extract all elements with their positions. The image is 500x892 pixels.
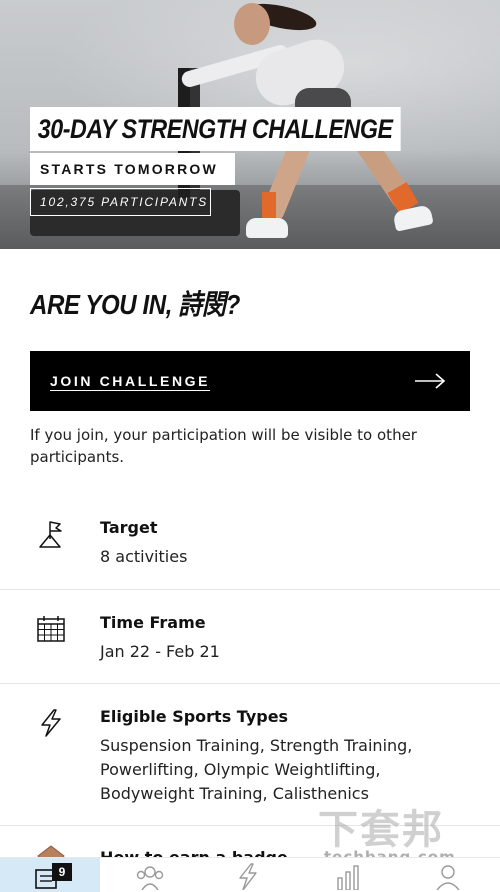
detail-label: Target [100, 518, 158, 537]
participants-count: 102,375 PARTICIPANTS [30, 188, 211, 216]
join-question: ARE YOU IN, 詩閔? [30, 289, 240, 320]
detail-value: Jan 22 - Feb 21 [100, 642, 220, 661]
lightning-icon [239, 863, 257, 890]
tab-progress[interactable] [300, 858, 400, 892]
arrow-right-icon [415, 373, 446, 389]
hero-banner: 30-DAY STRENGTH CHALLENGE STARTS TOMORRO… [0, 0, 500, 249]
athlete-head [234, 3, 270, 45]
detail-label: Time Frame [100, 613, 206, 632]
tab-profile[interactable] [400, 858, 500, 892]
challenge-start-label: STARTS TOMORROW [30, 153, 235, 185]
detail-row-sports-types: Eligible Sports Types Suspension Trainin… [0, 684, 500, 826]
tab-community[interactable] [100, 858, 200, 892]
watermark-logo: 下套邦 [318, 807, 444, 853]
athlete-shoe [246, 218, 288, 238]
detail-row-target: Target 8 activities [0, 497, 500, 590]
visibility-note: If you join, your participation will be … [30, 426, 417, 466]
detail-value: Suspension Training, Strength Training, … [100, 736, 413, 803]
bottom-nav: 9 [0, 857, 500, 892]
community-icon [136, 866, 164, 890]
join-challenge-button[interactable]: JOIN CHALLENGE [30, 351, 470, 411]
calendar-icon [37, 616, 65, 642]
detail-label: Eligible Sports Types [100, 707, 289, 726]
bar-chart-icon [337, 865, 359, 890]
detail-value: 8 activities [100, 547, 188, 566]
lightning-icon [41, 709, 61, 737]
detail-row-time-frame: Time Frame Jan 22 - Feb 21 [0, 590, 500, 684]
challenge-title: 30-DAY STRENGTH CHALLENGE [30, 107, 401, 151]
profile-icon [436, 865, 460, 890]
notification-badge: 9 [52, 863, 72, 881]
join-challenge-label: JOIN CHALLENGE [50, 373, 211, 389]
tab-activity[interactable] [200, 858, 300, 892]
flag-icon [39, 521, 62, 548]
tab-feed[interactable]: 9 [0, 858, 100, 892]
